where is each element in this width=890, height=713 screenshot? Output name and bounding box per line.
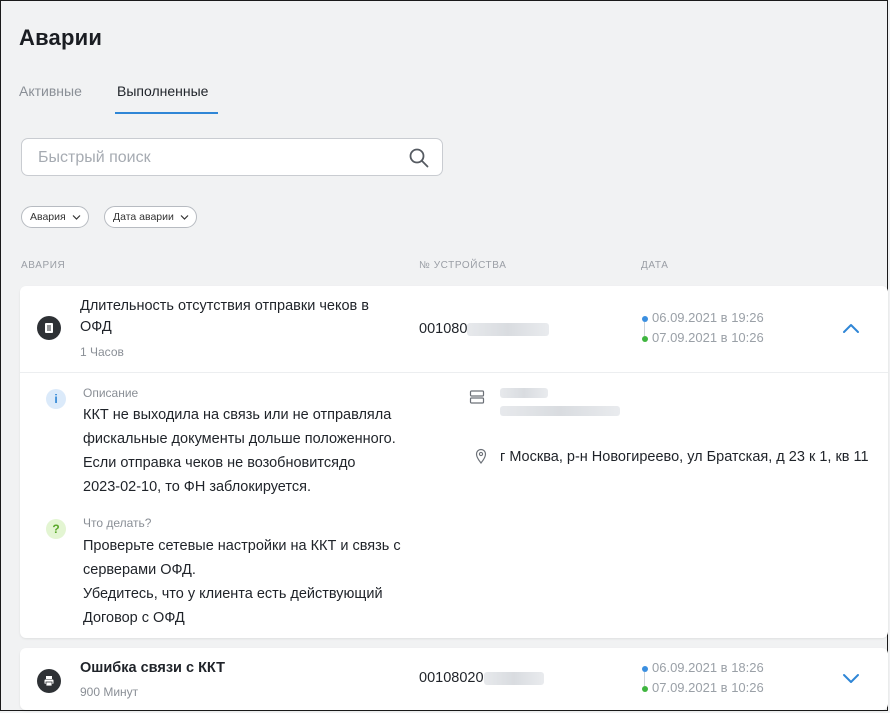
- date-end: 07.09.2021 в 10:26: [652, 330, 764, 345]
- question-icon: ?: [46, 519, 66, 539]
- chevron-down-icon: [72, 215, 81, 220]
- app-frame: Аварии Активные Выполненные Авария Дата …: [0, 0, 888, 711]
- search-icon[interactable]: [408, 147, 430, 169]
- client-id-redacted: [500, 406, 620, 416]
- storage-icon: [469, 390, 485, 404]
- client-name-redacted: [500, 388, 548, 398]
- device-number-prefix: 00108020: [419, 670, 484, 686]
- tab-active[interactable]: Активные: [19, 83, 82, 99]
- chevron-up-icon[interactable]: [842, 322, 860, 334]
- date-start: 06.09.2021 в 19:26: [652, 310, 764, 325]
- row-divider: [20, 372, 888, 373]
- date-end: 07.09.2021 в 10:26: [652, 680, 764, 695]
- page-title: Аварии: [19, 25, 103, 50]
- start-dot-icon: [642, 666, 648, 672]
- chevron-down-icon[interactable]: [842, 672, 860, 684]
- receipt-icon: [37, 316, 61, 340]
- alarm-row-collapsed[interactable]: Ошибка связи с ККТ 900 Минут 00108020 06…: [20, 648, 888, 710]
- end-dot-icon: [642, 686, 648, 692]
- alarm-row-expanded[interactable]: Длительность отсутствия отправки чеков в…: [20, 286, 888, 638]
- filter-alarm-label: Авария: [30, 211, 66, 223]
- address-text: г Москва, р-н Новогиреево, ул Братская, …: [500, 449, 869, 465]
- active-tab-underline: [115, 112, 218, 114]
- tab-completed[interactable]: Выполненные: [117, 83, 208, 99]
- column-header-device: № УСТРОЙСТВА: [419, 260, 507, 271]
- timeline-connector: [644, 672, 645, 686]
- filter-alarm-date[interactable]: Дата аварии: [104, 206, 197, 228]
- filter-alarm[interactable]: Авария: [21, 206, 89, 228]
- device-number-prefix: 001080: [419, 321, 468, 337]
- filter-alarm-date-label: Дата аварии: [113, 211, 174, 223]
- date-start: 06.09.2021 в 18:26: [652, 660, 764, 675]
- description-text: ККТ не выходила на связь или не отправля…: [83, 407, 396, 495]
- column-header-alarm: АВАРИЯ: [21, 260, 66, 271]
- printer-icon: [37, 669, 61, 693]
- column-header-date: ДАТА: [641, 260, 669, 271]
- search-box: [21, 138, 443, 176]
- timeline-connector: [644, 322, 645, 336]
- end-dot-icon: [642, 336, 648, 342]
- device-number: 00108020: [419, 670, 544, 686]
- redacted-value: [483, 671, 544, 685]
- todo-text: Проверьте сетевые настройки на ККТ и свя…: [83, 538, 401, 626]
- info-icon: i: [46, 389, 66, 409]
- device-number: 001080: [419, 321, 550, 337]
- alarm-title: Длительность отсутствия отправки чеков в…: [80, 298, 369, 335]
- alarm-duration: 1 Часов: [80, 345, 124, 359]
- redacted-value: [467, 322, 550, 336]
- alarm-title: Ошибка связи с ККТ: [80, 660, 225, 676]
- client-info-redacted: [500, 388, 620, 416]
- search-input[interactable]: [36, 147, 400, 169]
- todo-label: Что делать?: [83, 516, 152, 530]
- start-dot-icon: [642, 316, 648, 322]
- location-pin-icon: [475, 448, 487, 464]
- chevron-down-icon: [180, 215, 189, 220]
- alarm-duration: 900 Минут: [80, 685, 139, 699]
- description-label: Описание: [83, 386, 139, 400]
